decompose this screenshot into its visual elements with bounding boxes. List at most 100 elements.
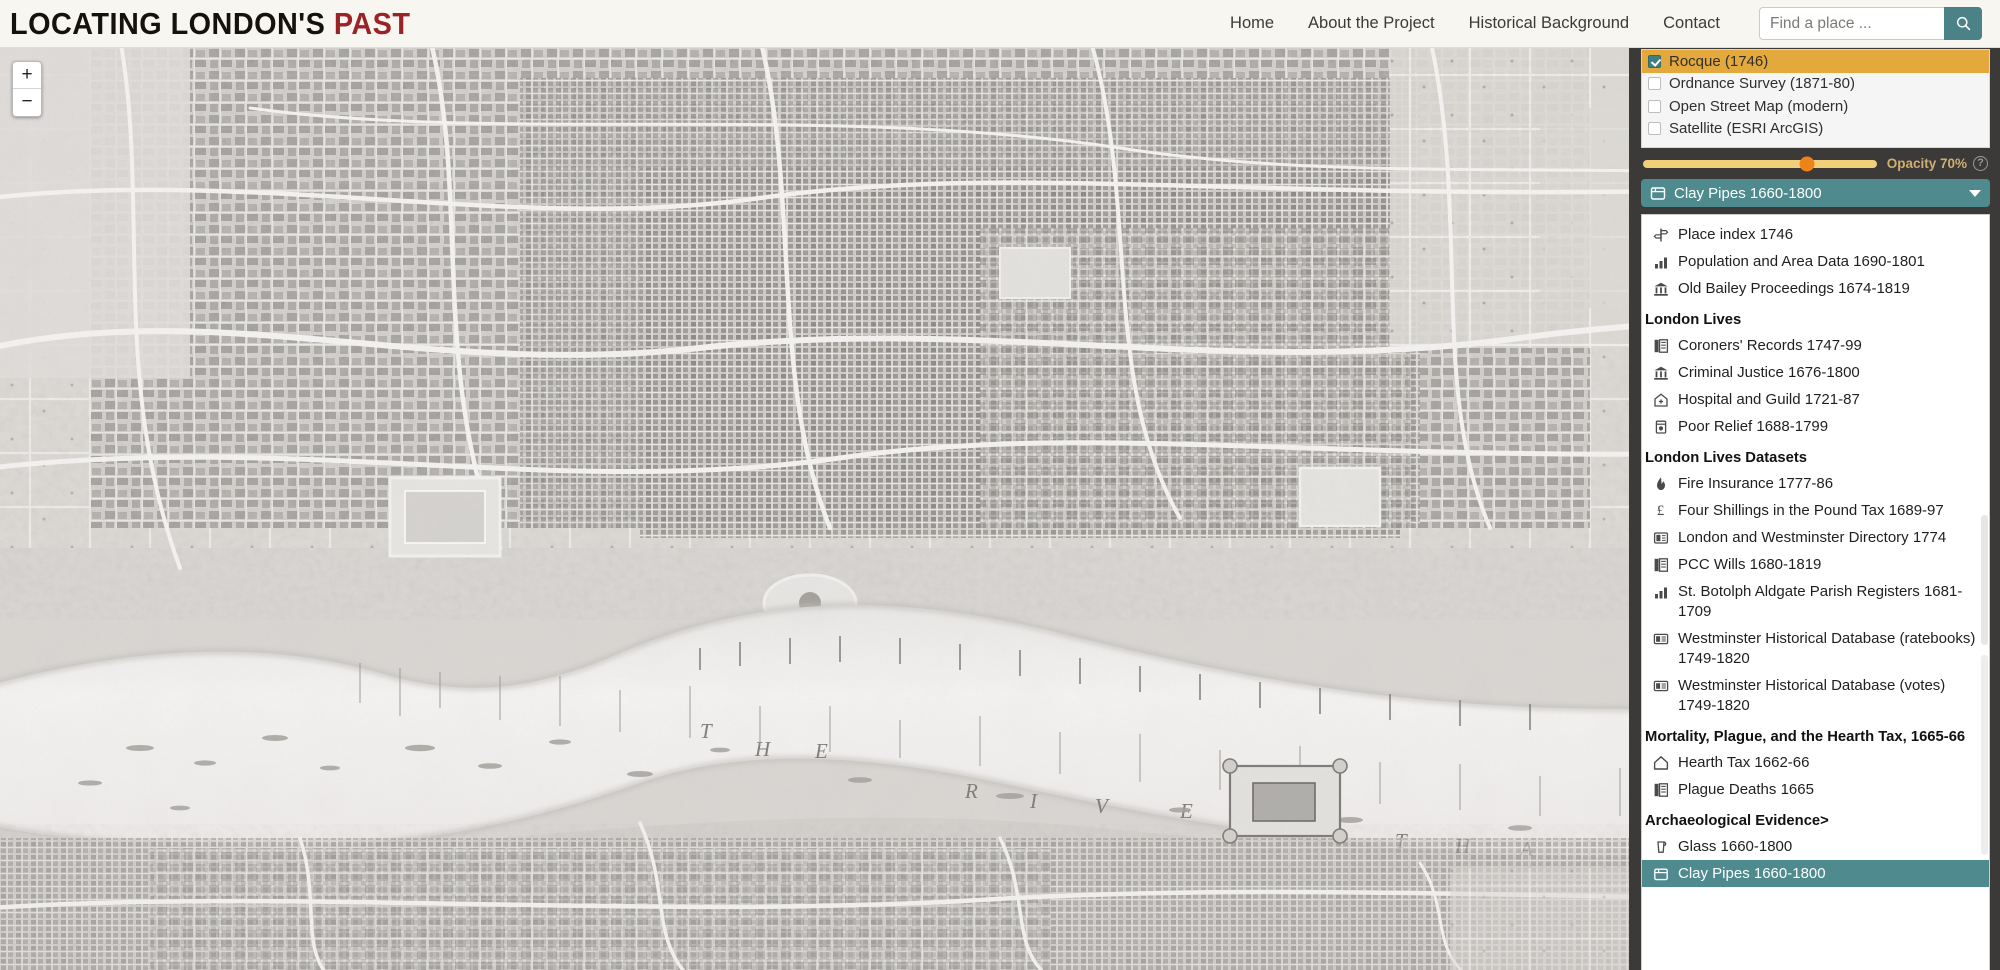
logo-accent-text: PAST [333, 5, 411, 41]
pound-sign-icon: £ [1652, 502, 1669, 519]
dropdown-group-header: Archaeological Evidence> [1645, 813, 1829, 829]
dropdown-item-label: Old Bailey Proceedings 1674-1819 [1678, 279, 1910, 297]
dropdown-item[interactable]: Coroners' Records 1747-99 [1642, 332, 1989, 359]
ledger-icon [1652, 337, 1669, 354]
dropdown-item-label: Westminster Historical Database (rateboo… [1678, 629, 1976, 667]
site-logo[interactable]: LOCATING LONDON'S PAST [10, 6, 410, 42]
dropdown-item-label: St. Botolph Aldgate Parish Registers 168… [1678, 582, 1963, 620]
dropdown-scrollbar-track[interactable] [1981, 655, 1988, 855]
card-icon [1652, 677, 1669, 694]
search-button[interactable] [1944, 7, 1982, 40]
dropdown-item[interactable]: Westminster Historical Database (votes) … [1642, 672, 1989, 719]
dropdown-item-label: Four Shillings in the Pound Tax 1689-97 [1678, 501, 1944, 519]
dropdown-group-header: London Lives Datasets [1645, 450, 1807, 466]
dropdown-item-label: Fire Insurance 1777-86 [1678, 474, 1834, 492]
glass-icon [1656, 840, 1666, 853]
nav-item-contact[interactable]: Contact [1646, 14, 1737, 33]
courthouse-icon [1652, 364, 1669, 381]
dropdown-item[interactable]: St. Botolph Aldgate Parish Registers 168… [1642, 578, 1989, 625]
card-icon [1652, 630, 1669, 647]
checkbox-icon[interactable] [1648, 77, 1661, 91]
dropdown-item[interactable]: Hospital and Guild 1721-87 [1642, 386, 1989, 413]
layer-select-label: Clay Pipes 1660-1800 [1674, 184, 1822, 202]
flame-icon [1652, 475, 1669, 492]
nav-item-home[interactable]: Home [1213, 14, 1291, 33]
basemap-list: Rocque (1746) Ordnance Survey (1871-80) … [1641, 49, 1990, 148]
dropdown-item[interactable]: Westminster Historical Database (rateboo… [1642, 625, 1989, 672]
main-navigation: Home About the Project Historical Backgr… [1213, 7, 2000, 40]
dropdown-item[interactable]: Glass 1660-1800 [1642, 833, 1989, 860]
map-zoom-controls: + − [12, 61, 42, 117]
opacity-slider[interactable] [1643, 156, 1877, 171]
dropdown-item-label: Place index 1746 [1678, 225, 1794, 243]
house-icon [1652, 754, 1669, 771]
bar-chart-icon [1652, 583, 1669, 600]
book-icon [1653, 531, 1668, 544]
clay-pipe-icon [1652, 865, 1669, 882]
hospital-icon [1653, 392, 1668, 407]
opacity-control: Opacity 70% ? [1641, 148, 1990, 179]
opacity-slider-handle[interactable] [1799, 156, 1815, 171]
dropdown-item[interactable]: Poor Relief 1688-1799 [1642, 413, 1989, 440]
dropdown-item[interactable]: Old Bailey Proceedings 1674-1819 [1642, 275, 1989, 302]
dropdown-item[interactable]: Criminal Justice 1676-1800 [1642, 359, 1989, 386]
dropdown-item-label: Hospital and Guild 1721-87 [1678, 390, 1860, 408]
clay-pipe-icon [1653, 868, 1668, 880]
checkbox-icon[interactable] [1648, 54, 1661, 68]
dropdown-scrollbar-thumb[interactable] [1981, 515, 1988, 645]
signpost-icon [1653, 228, 1668, 241]
ledger-icon [1654, 782, 1668, 797]
dropdown-item-label: PCC Wills 1680-1819 [1678, 555, 1822, 573]
search-icon [1956, 16, 1970, 31]
courthouse-icon [1653, 282, 1668, 296]
dropdown-item[interactable]: Clay Pipes 1660-1800 [1642, 860, 1989, 887]
logo-primary-text: LOCATING LONDON'S [10, 5, 326, 41]
site-header: LOCATING LONDON'S PAST Home About the Pr… [0, 0, 2000, 48]
book-icon [1652, 529, 1669, 546]
layers-panel: Rocque (1746) Ordnance Survey (1871-80) … [1629, 48, 2000, 970]
dropdown-item[interactable]: Fire Insurance 1777-86 [1642, 470, 1989, 497]
dropdown-item-label: Glass 1660-1800 [1678, 837, 1793, 855]
dropdown-item[interactable]: £ Four Shillings in the Pound Tax 1689-97 [1642, 497, 1989, 524]
nav-item-historical-background[interactable]: Historical Background [1452, 14, 1647, 33]
ledger-icon [1652, 781, 1669, 798]
dropdown-item-label: Clay Pipes 1660-1800 [1678, 864, 1826, 882]
basemap-option-open-street-map[interactable]: Open Street Map (modern) [1642, 95, 1989, 118]
dropdown-item[interactable]: Population and Area Data 1690-1801 [1642, 248, 1989, 275]
question-mark-icon[interactable]: ? [1973, 156, 1988, 171]
layer-dropdown-list[interactable]: Place index 1746 Population and Area Data… [1641, 214, 1990, 970]
zoom-in-button[interactable]: + [13, 62, 41, 89]
checkbox-icon[interactable] [1648, 99, 1661, 113]
dropdown-item[interactable]: Plague Deaths 1665 [1642, 776, 1989, 803]
dropdown-item[interactable]: Hearth Tax 1662-66 [1642, 749, 1989, 776]
hospital-icon [1652, 391, 1669, 408]
zoom-out-button[interactable]: − [13, 89, 41, 116]
layer-select-button[interactable]: Clay Pipes 1660-1800 [1641, 179, 1990, 207]
ledger-icon [1654, 338, 1668, 353]
basemap-option-ordnance-survey[interactable]: Ordnance Survey (1871-80) [1642, 73, 1989, 96]
dropdown-group-header: Mortality, Plague, and the Hearth Tax, 1… [1645, 729, 1966, 745]
card-icon [1653, 680, 1668, 691]
checkbox-icon[interactable] [1648, 122, 1661, 136]
clay-pipe-icon [1650, 187, 1666, 200]
ledger-icon [1654, 557, 1668, 572]
dropdown-item-label: Poor Relief 1688-1799 [1678, 417, 1829, 435]
basemap-option-satellite[interactable]: Satellite (ESRI ArcGIS) [1642, 118, 1989, 141]
basemap-option-rocque[interactable]: Rocque (1746) [1642, 50, 1989, 73]
basemap-label: Satellite (ESRI ArcGIS) [1669, 120, 1824, 138]
courthouse-icon [1652, 280, 1669, 297]
dropdown-item[interactable]: London and Westminster Directory 1774 [1642, 524, 1989, 551]
basemap-label: Open Street Map (modern) [1669, 97, 1849, 115]
dropdown-item[interactable]: PCC Wills 1680-1819 [1642, 551, 1989, 578]
place-search [1759, 7, 1982, 40]
chevron-down-icon[interactable] [1969, 189, 1981, 197]
signpost-icon [1652, 226, 1669, 243]
opacity-label: Opacity 70% [1886, 156, 1967, 171]
basemap-label: Rocque (1746) [1669, 52, 1769, 70]
search-input[interactable] [1759, 7, 1944, 40]
card-icon [1653, 633, 1668, 644]
nav-item-about-the-project[interactable]: About the Project [1291, 14, 1452, 33]
bar-chart-icon [1652, 253, 1669, 270]
bar-chart-icon [1654, 587, 1667, 598]
dropdown-item[interactable]: Place index 1746 [1642, 221, 1989, 248]
